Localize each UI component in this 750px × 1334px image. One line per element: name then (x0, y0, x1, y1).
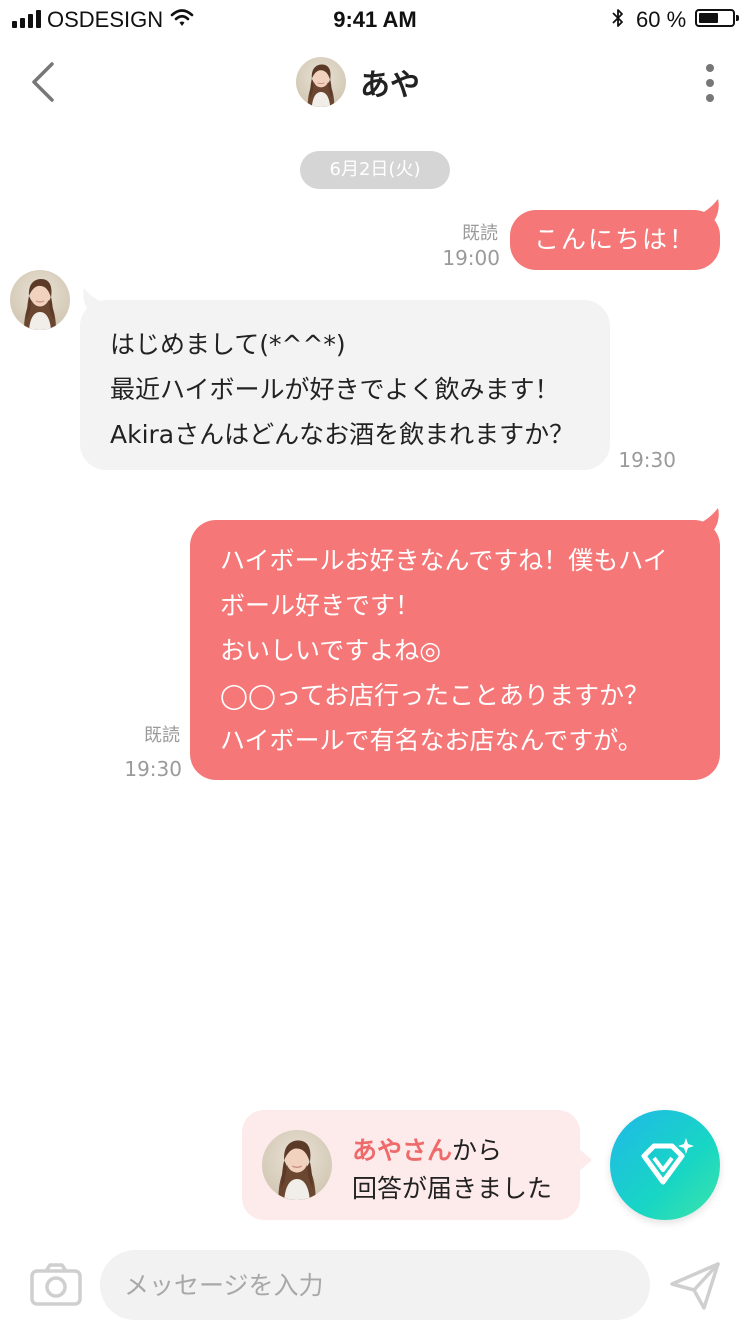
avatar[interactable] (296, 57, 346, 107)
message-text: ◯◯ってお店行ったことありますか？ (220, 681, 649, 710)
message-input[interactable] (100, 1250, 650, 1320)
message-text: おいしいですよね◎ (220, 636, 442, 665)
message-bubble-sent[interactable]: こんにちは！ (510, 210, 720, 270)
read-receipt: 既読 (144, 725, 180, 746)
battery-percent: 60 % (636, 7, 687, 32)
date-separator: 6月2日(火) (300, 151, 450, 189)
message-text: ボール好きです！ (220, 591, 421, 620)
back-button[interactable] (24, 58, 64, 106)
bubble-tail (694, 508, 719, 532)
message-bubble-received[interactable]: はじめまして(*^^*) 最近ハイボールが好きでよく飲みます！ Akiraさんは… (80, 300, 610, 470)
camera-icon (30, 1263, 82, 1306)
notification-suffix: から (452, 1136, 503, 1165)
message-time: 19:30 (124, 757, 182, 781)
send-icon (670, 1262, 720, 1310)
notification-avatar (262, 1130, 332, 1200)
sender-avatar[interactable] (10, 270, 70, 330)
back-chevron-icon (32, 62, 54, 102)
page-title[interactable]: あや (360, 60, 420, 104)
send-button[interactable] (668, 1260, 722, 1312)
camera-button[interactable] (28, 1262, 84, 1308)
message-text: 最近ハイボールが好きでよく飲みます！ (110, 375, 560, 404)
message-bubble-sent[interactable]: ハイボールお好きなんですね！僕もハイ ボール好きです！ おいしいですよね◎ ◯◯… (190, 520, 720, 780)
message-text: ハイボールで有名なお店なんですが。 (220, 726, 643, 755)
bluetooth-icon (610, 6, 626, 36)
message-time: 19:00 (442, 246, 500, 270)
notification-sender: あやさん (352, 1136, 453, 1165)
notification-message: 回答が届きました (352, 1174, 553, 1203)
battery-icon (695, 9, 739, 27)
bubble-tail (694, 199, 719, 223)
message-text: ハイボールお好きなんですね！僕もハイ (220, 546, 668, 575)
more-vertical-icon[interactable] (700, 62, 720, 104)
diamond-sparkle-icon (641, 1138, 694, 1185)
notification-tail (578, 1148, 592, 1172)
status-bar: OSDESIGN 9:41 AM 60 % (0, 0, 750, 40)
message-text: Akiraさんはどんなお酒を飲まれますか？ (110, 420, 575, 449)
read-receipt: 既読 (462, 223, 498, 244)
message-text: はじめまして(*^^*) (110, 330, 346, 359)
message-text: こんにちは！ (533, 225, 696, 254)
message-time: 19:30 (618, 448, 676, 472)
notification-text: あやさんから (352, 1131, 502, 1167)
answer-fab-button[interactable] (610, 1110, 720, 1220)
